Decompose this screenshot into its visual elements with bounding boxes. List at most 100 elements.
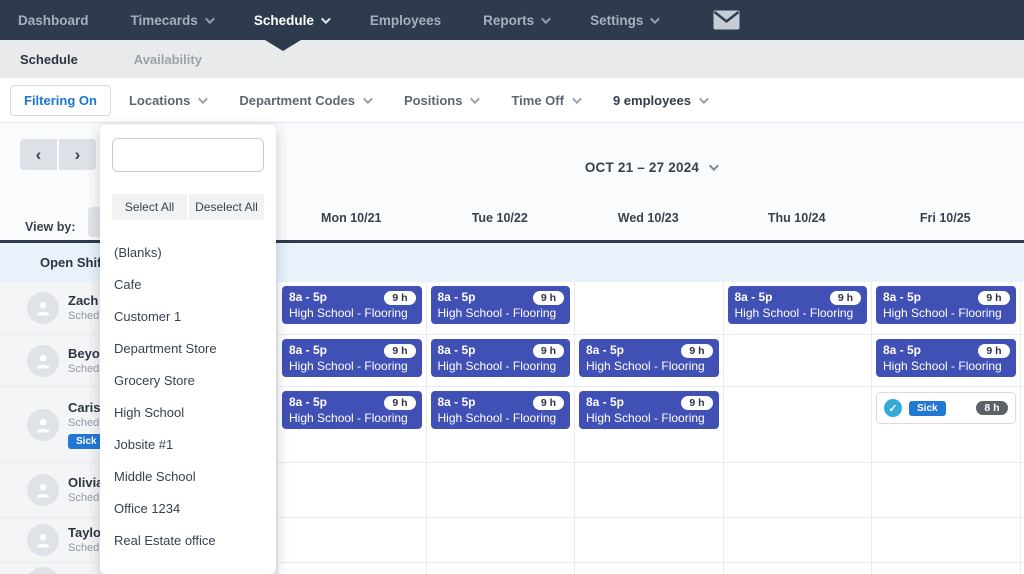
top-navigation: Dashboard Timecards Schedule Employees Repor… [0,0,1024,40]
grid-edge-sliver [1019,282,1024,334]
schedule-cell[interactable] [722,518,871,562]
shift-card[interactable]: 8a - 5p High School - Flooring 9 h [430,339,570,377]
locations-search-input[interactable] [112,138,264,172]
chevron-down-icon [650,13,661,24]
employee-info: Olivia Sched [68,475,103,505]
location-option[interactable]: Middle School [112,460,264,492]
avatar [27,524,59,556]
schedule-cell[interactable]: 8a - 5p High School - Flooring 9 h [871,282,1020,334]
nav-item-timecards[interactable]: Timecards [131,13,215,28]
schedule-cell[interactable] [722,335,871,386]
schedule-cell[interactable]: 8a - 5p High School - Flooring 9 h [277,387,426,462]
employee-name: Taylo [68,525,101,540]
schedule-cell[interactable]: 8a - 5p High School - Flooring 9 h [722,282,871,334]
location-option[interactable]: Cafe [112,268,264,300]
chevron-down-icon [362,93,373,104]
shift-card[interactable]: 8a - 5p High School - Flooring 9 h [282,339,422,377]
nav-item-schedule[interactable]: Schedule [253,12,331,28]
schedule-cell[interactable]: 8a - 5p High School - Flooring 9 h [574,335,723,386]
filter-dropdown-label: Positions [403,92,463,108]
schedule-cell[interactable] [574,282,723,334]
schedule-cell[interactable] [425,463,574,517]
grid-edge-sliver [1019,463,1024,517]
envelope-icon [713,10,740,30]
filter-dropdown-positions[interactable]: Positions [403,92,481,108]
shift-hours-badge: 9 h [532,344,564,358]
shift-card[interactable]: 8a - 5p High School - Flooring 9 h [876,286,1016,324]
schedule-cell[interactable]: 8a - 5p High School - Flooring 9 h [425,387,574,462]
schedule-cell[interactable]: ✓ Sick 8 h [871,387,1020,462]
schedule-cell[interactable]: 8a - 5p High School - Flooring 9 h [277,282,426,334]
shift-card[interactable]: 8a - 5p High School - Flooring 9 h [579,391,719,429]
shift-card[interactable]: 8a - 5p High School - Flooring 9 h [876,339,1016,377]
shift-card[interactable]: 8a - 5p High School - Flooring 9 h [282,286,422,324]
select-all-button[interactable]: Select All [112,194,187,220]
employees-filter-dropdown[interactable]: 9 employees [612,92,709,108]
shift-hours-badge: 9 h [978,344,1010,358]
schedule-cell[interactable] [277,518,426,562]
nav-item-label: Schedule [253,12,314,28]
filter-dropdown-label: Department Codes [239,92,355,108]
schedule-cell[interactable]: 8a - 5p High School - Flooring 9 h [277,335,426,386]
shift-card[interactable]: 8a - 5p High School - Flooring 9 h [727,286,867,324]
date-range-dropdown[interactable]: OCT 21 – 27 2024 [277,160,1024,175]
shift-card[interactable]: 8a - 5p High School - Flooring 9 h [430,286,570,324]
filter-dropdown-locations[interactable]: Locations [129,93,209,108]
schedule-cell[interactable]: 8a - 5p High School - Flooring 9 h [871,335,1020,386]
schedule-cell[interactable] [871,518,1020,562]
schedule-cell[interactable] [871,463,1020,517]
location-option[interactable]: (Blanks) [112,236,264,268]
employee-info: Beyo Sched [68,346,100,376]
shift-card[interactable]: 8a - 5p High School - Flooring 9 h [430,391,570,429]
tab-availability[interactable]: Availability [134,52,202,67]
location-option[interactable]: Customer 1 [112,300,264,332]
location-option[interactable]: Department Store [112,332,264,364]
schedule-cell[interactable]: 8a - 5p High School - Flooring 9 h [425,335,574,386]
location-option[interactable]: Real Estate office [112,524,264,556]
nav-item-label: Employees [369,12,442,28]
previous-week-button[interactable]: ‹ [20,139,57,170]
next-week-button[interactable]: › [59,139,96,170]
schedule-cell[interactable] [277,463,426,517]
location-option[interactable]: Jobsite #1 [112,428,264,460]
schedule-cell[interactable] [425,518,574,562]
location-option[interactable]: Grocery Store [112,364,264,396]
shift-card[interactable]: 8a - 5p High School - Flooring 9 h [579,339,719,377]
schedule-cell[interactable] [277,563,426,574]
location-option[interactable]: High School [112,396,264,428]
nav-item-label: Settings [590,12,644,28]
avatar [27,567,59,574]
tab-schedule[interactable]: Schedule [20,52,78,67]
shift-hours-badge: 9 h [978,291,1010,305]
schedule-cell[interactable] [574,518,723,562]
schedule-cell[interactable] [722,563,871,574]
filter-dropdown-time-off[interactable]: Time Off [511,93,582,108]
employee-info: Zach Sched [68,293,99,323]
deselect-all-button[interactable]: Deselect All [189,194,264,220]
schedule-cell[interactable] [722,387,871,462]
open-shifts-label: Open Shifts [40,255,113,270]
messages-button[interactable] [713,10,740,30]
chevron-down-icon [709,161,720,172]
filtering-on-button[interactable]: Filtering On [10,84,111,116]
shift-hours-badge: 9 h [532,396,564,410]
schedule-cell[interactable] [722,463,871,517]
nav-item-reports[interactable]: Reports [483,12,552,28]
nav-item-label: Reports [483,12,535,28]
shift-card[interactable]: 8a - 5p High School - Flooring 9 h [282,391,422,429]
chevron-down-icon [698,93,709,104]
schedule-cell[interactable] [574,463,723,517]
schedule-cell[interactable] [574,563,723,574]
nav-item-dashboard[interactable]: Dashboard [18,13,89,28]
location-option[interactable]: Office 1234 [112,492,264,524]
schedule-cell[interactable] [871,563,1020,574]
schedule-cell[interactable] [425,563,574,574]
schedule-cell[interactable]: 8a - 5p High School - Flooring 9 h [425,282,574,334]
employees-filter-label: 9 employees [612,92,691,108]
schedule-cell[interactable]: 8a - 5p High School - Flooring 9 h [574,387,723,462]
nav-item-employees[interactable]: Employees [370,13,441,28]
employee-info: Taylo Sched [68,525,101,555]
nav-item-settings[interactable]: Settings [590,12,661,28]
filter-dropdown-department-codes[interactable]: Department Codes [239,92,373,108]
timeoff-card[interactable]: ✓ Sick 8 h [876,392,1016,424]
